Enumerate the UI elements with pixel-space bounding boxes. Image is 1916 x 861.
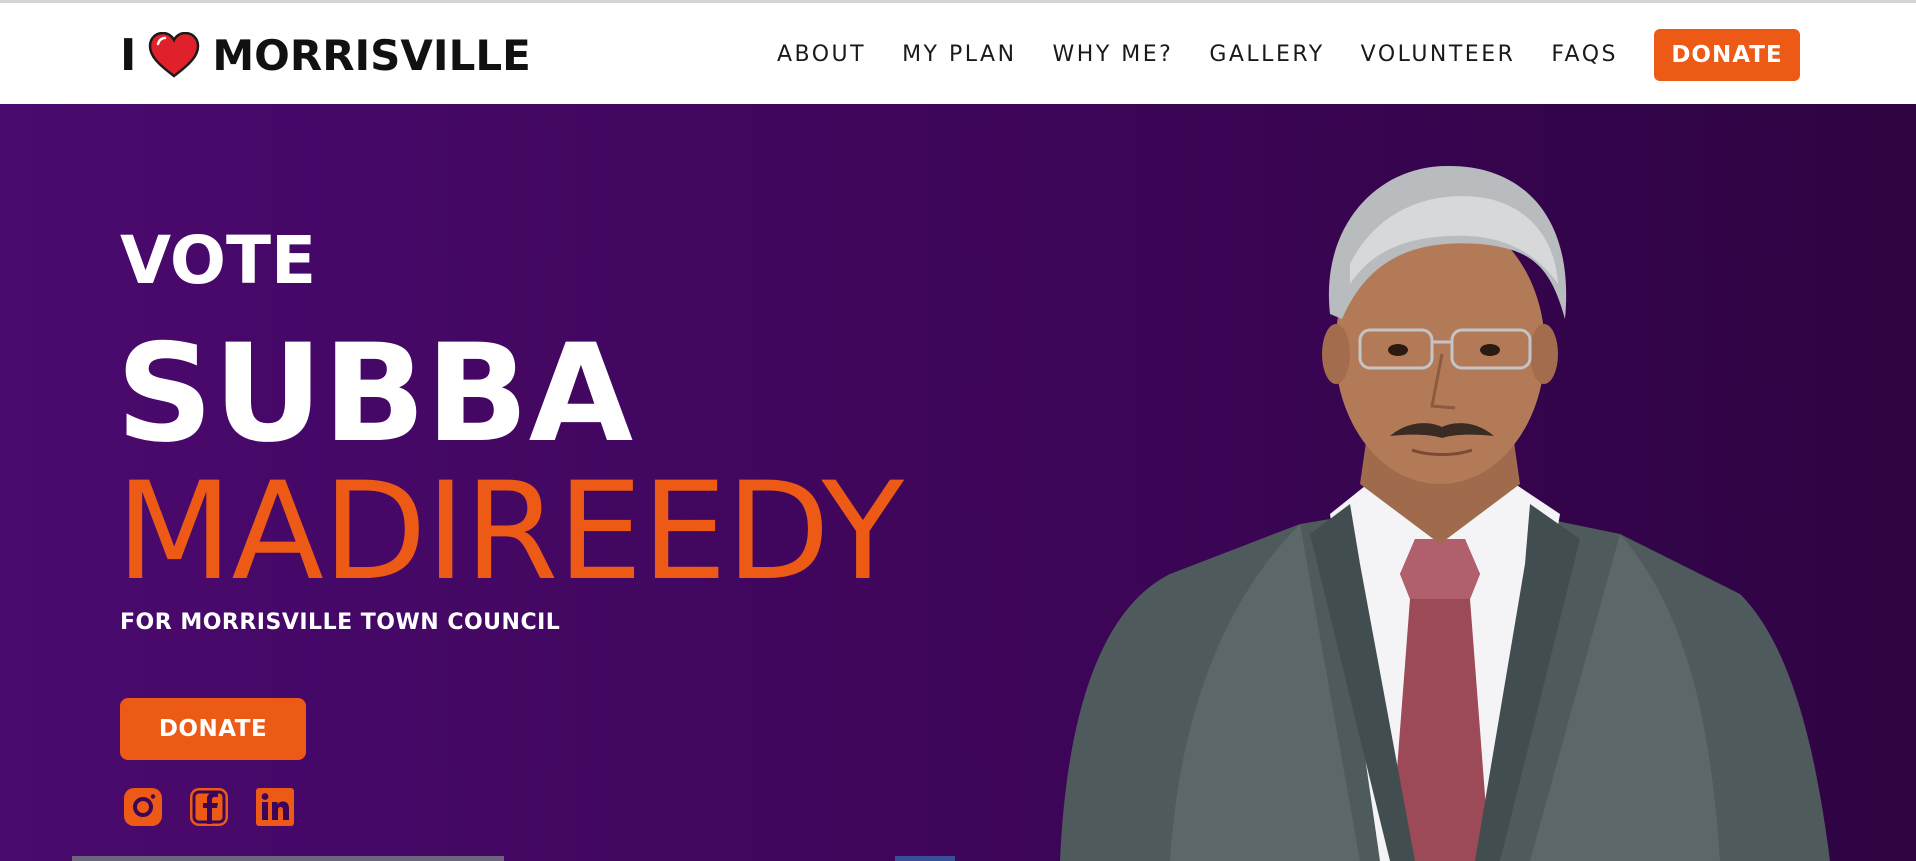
nav-about[interactable]: ABOUT: [759, 29, 884, 81]
nav-gallery[interactable]: GALLERY: [1191, 29, 1342, 81]
site-logo[interactable]: I MORRISVILLE: [120, 25, 531, 85]
social-links: [122, 786, 296, 828]
linkedin-icon[interactable]: [254, 786, 296, 828]
nav-my-plan[interactable]: MY PLAN: [884, 29, 1034, 81]
nav-why-me[interactable]: WHY ME?: [1035, 29, 1192, 81]
instagram-icon[interactable]: [122, 786, 164, 828]
nav-faqs[interactable]: FAQS: [1533, 29, 1636, 81]
scroll-indicator: [72, 856, 504, 861]
facebook-icon[interactable]: [188, 786, 230, 828]
hero-vote-label: VOTE: [120, 222, 317, 299]
candidate-portrait: [1060, 165, 1830, 861]
hero-subtitle: FOR MORRISVILLE TOWN COUNCIL: [120, 610, 561, 635]
hero-section: VOTE SUBBA MADIREEDY FOR MORRISVILLE TOW…: [0, 104, 1916, 861]
candidate-last-name: MADIREEDY: [116, 453, 904, 610]
candidate-first-name: SUBBA: [116, 315, 634, 472]
logo-name: MORRISVILLE: [212, 30, 531, 80]
nav-donate-button[interactable]: DONATE: [1654, 29, 1800, 81]
heart-icon: [149, 32, 200, 78]
nav-volunteer[interactable]: VOLUNTEER: [1343, 29, 1534, 81]
scroll-marker: [895, 856, 955, 861]
main-nav: ABOUT MY PLAN WHY ME? GALLERY VOLUNTEER …: [759, 29, 1800, 81]
logo-prefix: I: [120, 29, 137, 81]
site-header: I MORRISVILLE ABOUT MY PLAN WHY ME? GALL…: [0, 3, 1916, 104]
hero-donate-button[interactable]: DONATE: [120, 698, 306, 760]
